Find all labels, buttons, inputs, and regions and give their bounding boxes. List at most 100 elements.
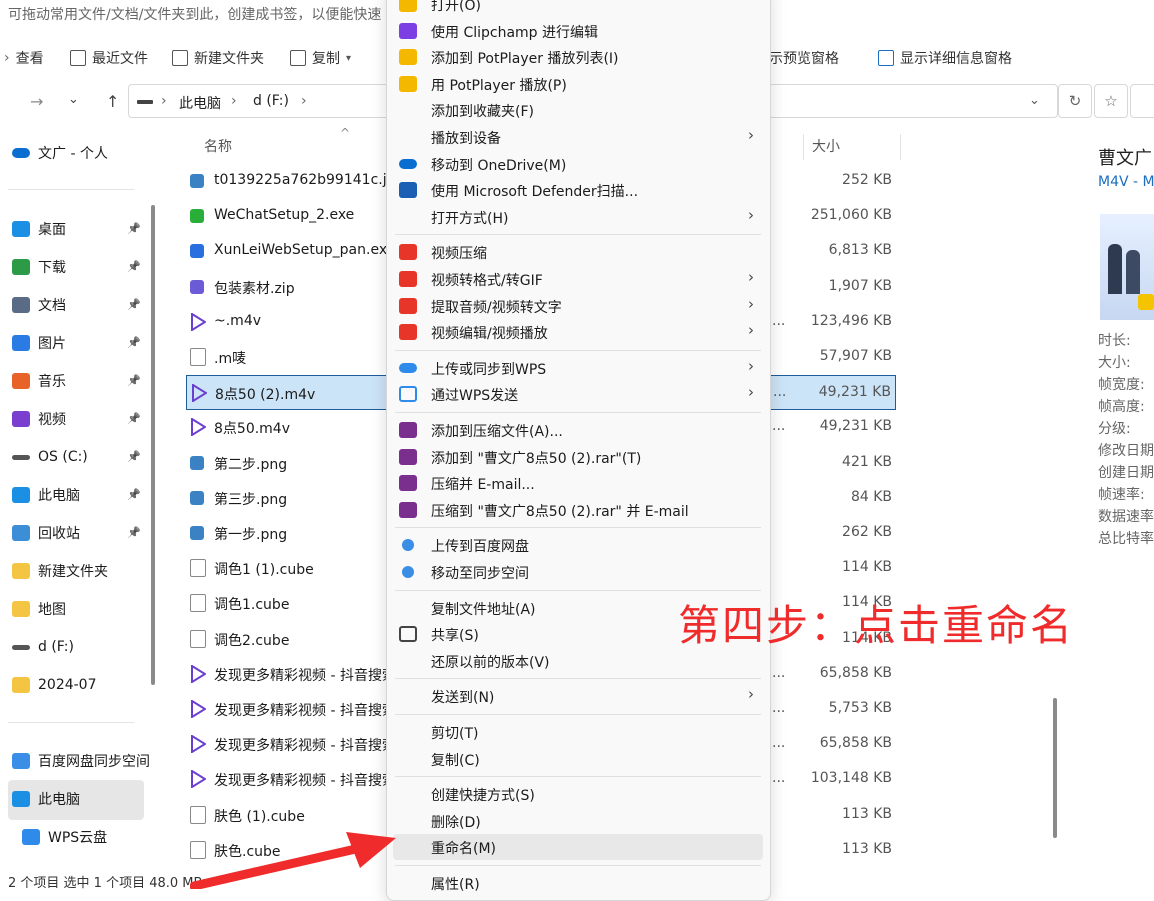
file-name: 调色1.cube: [214, 597, 290, 614]
menu-item[interactable]: 添加到 "曹文广8点50 (2).rar"(T): [393, 444, 763, 470]
column-header-name[interactable]: 名称: [204, 136, 232, 156]
address-dropdown-icon[interactable]: ⌄: [1029, 93, 1040, 108]
sidebar-item-label: OS (C:): [38, 449, 88, 465]
menu-item[interactable]: 移动到 OneDrive(M): [393, 151, 763, 177]
menu-item[interactable]: 移动至同步空间: [393, 559, 763, 585]
generic-file-icon: [190, 559, 206, 578]
file-name: 第一步.png: [214, 527, 288, 543]
breadcrumb-drive-f[interactable]: d (F:): [253, 93, 289, 109]
menu-item[interactable]: 使用 Microsoft Defender扫描...: [393, 177, 763, 203]
menu-item[interactable]: 压缩并 E-mail...: [393, 470, 763, 496]
file-size: 1,907 KB: [828, 277, 892, 294]
file-name: 8点50 (2).m4v: [215, 387, 316, 404]
column-header-size[interactable]: 大小: [812, 136, 840, 156]
view-menu-button[interactable]: › 查看: [4, 48, 44, 68]
refresh-button[interactable]: ↻: [1058, 84, 1092, 118]
menu-item-label: 压缩并 E-mail...: [431, 477, 535, 494]
menu-item[interactable]: 复制(C): [393, 746, 763, 772]
sidebar-scrollbar[interactable]: [151, 205, 155, 685]
file-size: 6,813 KB: [828, 242, 892, 259]
sidebar-item[interactable]: 回收站: [12, 518, 144, 548]
menu-item-label: 视频转格式/转GIF: [431, 273, 543, 289]
menu-item[interactable]: 删除(D): [393, 808, 763, 834]
preview-pane-button[interactable]: 示预览窗格: [769, 48, 839, 68]
menu-item[interactable]: 上传到百度网盘: [393, 532, 763, 558]
image-file-icon: [190, 455, 204, 470]
menu-item-label: 提取音频/视频转文字: [431, 299, 562, 316]
chevron-right-icon: ›: [748, 268, 754, 286]
status-bar: 2 个项目 选中 1 个项目 48.0 MB: [8, 876, 203, 891]
sidebar-item[interactable]: 地图: [12, 594, 144, 624]
menu-item[interactable]: 通过WPS发送 ›: [393, 381, 763, 407]
menu-item[interactable]: 添加到收藏夹(F): [393, 97, 763, 123]
menu-item[interactable]: 重命名(M): [393, 834, 763, 861]
sidebar-item[interactable]: 2024-07: [12, 670, 144, 700]
menu-item[interactable]: 提取音频/视频转文字 ›: [393, 293, 763, 319]
menu-item[interactable]: 播放到设备 ›: [393, 124, 763, 150]
view-label: 查看: [15, 51, 44, 67]
file-name: 调色2.cube: [214, 632, 290, 649]
sidebar-item-onedrive[interactable]: 文广 - 个人: [12, 138, 144, 168]
sidebar-item[interactable]: 图片: [12, 328, 144, 358]
sidebar-item-label: 视频: [38, 412, 66, 428]
details-title: 曹文广: [1098, 148, 1152, 169]
sidebar-item[interactable]: 音乐: [12, 366, 144, 396]
sidebar-item[interactable]: 下载: [12, 252, 144, 282]
menu-separator: [395, 776, 761, 778]
sidebar-item[interactable]: 此电脑: [12, 480, 144, 510]
menu-item[interactable]: 发送到(N) ›: [393, 683, 763, 709]
image-file-icon: [190, 526, 204, 540]
menu-item[interactable]: 打开方式(H) ›: [393, 204, 763, 230]
sidebar-item[interactable]: 百度网盘同步空间: [12, 746, 150, 776]
search-button[interactable]: [1130, 84, 1154, 118]
file-size: 103,148 KB: [810, 770, 892, 787]
menu-item[interactable]: 剪切(T): [393, 719, 763, 745]
details-pane-button[interactable]: 显示详细信息窗格: [878, 48, 1012, 68]
refresh-icon: ↻: [1068, 92, 1082, 110]
menu-item[interactable]: 压缩到 "曹文广8点50 (2).rar" 并 E-mail: [393, 497, 763, 523]
details-property-label: 总比特率: [1098, 531, 1154, 547]
pin-icon: 📌: [127, 260, 141, 273]
menu-item[interactable]: 使用 Clipchamp 进行编辑: [393, 18, 763, 44]
chevron-left-icon: ›: [4, 50, 10, 66]
file-list-scrollbar[interactable]: [1053, 698, 1057, 838]
sort-up-icon: ^: [340, 126, 351, 140]
details-property-label: 帧速率:: [1098, 487, 1145, 503]
details-property-label: 时长:: [1098, 333, 1131, 349]
sidebar-item[interactable]: d (F:): [12, 632, 144, 662]
file-name: 肤色 (1).cube: [214, 808, 305, 825]
history-chevron-icon[interactable]: ⌄: [68, 92, 79, 107]
bookmark-hint: 可拖动常用文件/文档/文件夹到此，创建成书签，以便能快速: [8, 7, 382, 23]
menu-item[interactable]: 打开(O): [393, 0, 763, 17]
sidebar-item[interactable]: 视频: [12, 404, 144, 434]
up-arrow-icon[interactable]: ↑: [106, 92, 119, 111]
sidebar-item[interactable]: 桌面: [12, 214, 144, 244]
bookmark-button[interactable]: ☆: [1094, 84, 1128, 118]
copy-button[interactable]: 复制 ▾: [290, 48, 351, 68]
menu-separator: [395, 678, 761, 680]
sidebar-item[interactable]: 新建文件夹: [12, 556, 144, 586]
sidebar-item[interactable]: 此电脑: [12, 784, 144, 814]
recent-files-button[interactable]: 最近文件: [70, 48, 148, 68]
thumbnail-figure: [1126, 250, 1140, 294]
video-thumbnail: [1100, 214, 1154, 320]
sidebar-item[interactable]: 文档: [12, 290, 144, 320]
drive-icon: [12, 644, 30, 650]
sidebar-item[interactable]: WPS云盘: [22, 822, 154, 852]
menu-item[interactable]: 用 PotPlayer 播放(P): [393, 71, 763, 97]
menu-item[interactable]: 视频编辑/视频播放 ›: [393, 319, 763, 345]
sidebar-item[interactable]: OS (C:): [12, 442, 144, 472]
winrar-icon: [399, 475, 417, 492]
menu-item[interactable]: 添加到压缩文件(A)...: [393, 417, 763, 443]
new-folder-button[interactable]: 新建文件夹: [172, 48, 264, 68]
menu-item[interactable]: 创建快捷方式(S): [393, 781, 763, 807]
menu-item[interactable]: 视频压缩: [393, 239, 763, 265]
forward-arrow-icon[interactable]: →: [30, 92, 43, 111]
breadcrumb-this-pc[interactable]: 此电脑: [179, 93, 221, 113]
star-icon: ☆: [1104, 92, 1118, 110]
menu-item[interactable]: 上传或同步到WPS ›: [393, 355, 763, 381]
baidu-sync-icon: [12, 753, 30, 769]
menu-item[interactable]: 添加到 PotPlayer 播放列表(I): [393, 44, 763, 70]
menu-item[interactable]: 视频转格式/转GIF ›: [393, 266, 763, 292]
menu-item[interactable]: 属性(R): [393, 870, 763, 896]
